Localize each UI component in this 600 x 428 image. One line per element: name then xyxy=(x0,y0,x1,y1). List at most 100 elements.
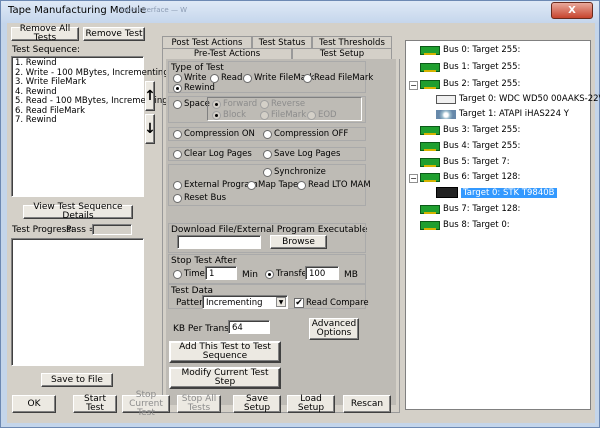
radio-transfer[interactable]: Transfer xyxy=(265,269,310,279)
card-icon xyxy=(420,125,440,135)
read-compare-check: ✔ xyxy=(294,298,304,308)
radio-read-filemark[interactable]: Read FileMark xyxy=(303,73,373,83)
radio-compression-on[interactable]: Compression ON xyxy=(173,129,255,139)
minutes-label: Min xyxy=(242,270,258,280)
test-sequence-list[interactable]: 1. Rewind 2. Write - 100 MBytes, Incremen… xyxy=(11,56,169,197)
test-progress-log[interactable] xyxy=(11,238,144,366)
radio-read[interactable]: Read xyxy=(210,73,242,83)
read-compare-checkbox[interactable]: ✔ Read Compare xyxy=(294,298,369,308)
ok-button[interactable]: OK xyxy=(12,395,56,413)
radio-rewind-dot xyxy=(173,83,182,93)
tree-node[interactable]: Bus 1: Target 255: xyxy=(420,62,520,72)
card-icon xyxy=(420,141,440,151)
radio-filemark-space-dot xyxy=(260,110,269,120)
modify-current-step-button[interactable]: Modify Current Test Step xyxy=(169,367,281,389)
start-test-button[interactable]: Start Test xyxy=(73,395,117,413)
tree-node-label: Bus 2: Target 255: xyxy=(443,79,521,89)
radio-read-filemark-label: Read FileMark xyxy=(314,73,374,83)
kb-per-transfer-input[interactable]: 64 xyxy=(228,320,270,334)
radio-reset-bus-label: Reset Bus xyxy=(184,193,227,203)
radio-space[interactable]: Space xyxy=(173,99,210,109)
radio-synchronize-dot xyxy=(263,167,272,177)
tree-node[interactable]: Bus 8: Target 0: xyxy=(420,220,510,230)
tape-drive-icon xyxy=(436,187,458,198)
rescan-button[interactable]: Rescan xyxy=(343,395,391,413)
download-path-input[interactable] xyxy=(177,235,261,249)
view-sequence-details-button[interactable]: View Test Sequence Details xyxy=(23,203,133,221)
tree-node[interactable]: Bus 6: Target 128: xyxy=(420,172,520,182)
radio-block[interactable]: Block xyxy=(212,110,246,120)
pattern-select[interactable]: Incrementing ▼ xyxy=(202,295,288,309)
radio-reset-bus-dot xyxy=(173,193,182,203)
tree-node-label: Bus 6: Target 128: xyxy=(443,172,521,182)
radio-read-filemark-dot xyxy=(303,73,312,83)
radio-rewind[interactable]: Rewind xyxy=(173,83,215,93)
radio-eod[interactable]: EOD xyxy=(307,110,337,120)
tree-node[interactable]: Target 1: ATAPI iHAS224 Y xyxy=(436,109,569,119)
tree-node[interactable]: Bus 5: Target 7: xyxy=(420,157,510,167)
radio-map-tape[interactable]: Map Tape xyxy=(247,180,298,190)
radio-forward[interactable]: Forward xyxy=(212,99,257,109)
device-tree[interactable]: Bus 0: Target 255: Bus 1: Target 255: Bus … xyxy=(405,40,600,410)
radio-space-dot xyxy=(173,99,182,109)
save-to-file-button[interactable]: Save to File xyxy=(41,373,113,387)
window-title-ghost: Tape Interface — W xyxy=(119,6,188,14)
radio-reverse-label: Reverse xyxy=(271,99,306,109)
time-input[interactable]: 1 xyxy=(205,266,237,280)
radio-map-tape-dot xyxy=(247,180,256,190)
close-button[interactable]: X xyxy=(551,2,593,19)
radio-map-tape-label: Map Tape xyxy=(258,180,299,190)
tree-node[interactable]: Bus 0: Target 255: xyxy=(420,45,520,55)
radio-compression-off-dot xyxy=(263,129,272,139)
card-icon xyxy=(420,220,440,230)
sequence-item[interactable]: 7. Rewind xyxy=(12,115,143,126)
radio-save-log-pages[interactable]: Save Log Pages xyxy=(263,149,340,159)
remove-test-button[interactable]: Remove Test xyxy=(83,27,145,41)
radio-clear-log-pages[interactable]: Clear Log Pages xyxy=(173,149,252,159)
radio-reverse[interactable]: Reverse xyxy=(260,99,305,109)
radio-time[interactable]: Time xyxy=(173,269,205,279)
radio-block-label: Block xyxy=(223,110,246,120)
tree-node[interactable]: Target 0: WDC WD50 00AAKS-22V1A0 xyxy=(436,94,600,104)
chevron-down-icon[interactable]: ▼ xyxy=(276,297,286,307)
tree-node[interactable]: Target 0: STK T9840B xyxy=(436,187,557,198)
move-down-button[interactable]: ↓ xyxy=(144,114,156,144)
tree-node-label: Bus 8: Target 0: xyxy=(443,220,510,230)
add-test-to-sequence-button[interactable]: Add This Test to Test Sequence xyxy=(169,341,281,363)
save-setup-button[interactable]: Save Setup xyxy=(233,395,281,413)
collapse-icon[interactable]: − xyxy=(409,81,418,90)
radio-write[interactable]: Write xyxy=(173,73,206,83)
window: Tape Manufacturing Module Tape Interface… xyxy=(0,0,600,428)
radio-read-label: Read xyxy=(221,73,243,83)
radio-reset-bus[interactable]: Reset Bus xyxy=(173,193,226,203)
tree-node[interactable]: Bus 7: Target 128: xyxy=(420,204,520,214)
card-icon xyxy=(420,204,440,214)
radio-clear-log-pages-dot xyxy=(173,149,182,159)
radio-compression-off[interactable]: Compression OFF xyxy=(263,129,348,139)
pattern-value: Incrementing xyxy=(206,298,263,308)
load-setup-button[interactable]: Load Setup xyxy=(287,395,335,413)
move-up-button[interactable]: ↑ xyxy=(144,81,156,111)
advanced-options-button[interactable]: Advanced Options xyxy=(309,318,359,340)
radio-eod-label: EOD xyxy=(318,110,337,120)
card-icon xyxy=(420,62,440,72)
radio-read-lto-mam[interactable]: Read LTO MAM xyxy=(297,180,371,190)
transfer-input[interactable]: 100 xyxy=(305,266,339,280)
tree-node[interactable]: Bus 3: Target 255: xyxy=(420,125,520,135)
stop-all-tests-button[interactable]: Stop All Tests xyxy=(177,395,221,413)
tree-node[interactable]: Bus 2: Target 255: xyxy=(420,79,520,89)
radio-time-label: Time xyxy=(184,269,205,279)
cd-drive-icon xyxy=(436,109,456,119)
collapse-icon[interactable]: − xyxy=(409,174,418,183)
radio-filemark-space[interactable]: FileMark xyxy=(260,110,306,120)
browse-button[interactable]: Browse xyxy=(270,235,327,249)
radio-synchronize[interactable]: Synchronize xyxy=(263,167,326,177)
tree-node-label: Target 0: STK T9840B xyxy=(461,187,557,198)
remove-all-tests-button[interactable]: Remove All Tests xyxy=(11,25,79,43)
stop-current-test-button[interactable]: Stop Current Test xyxy=(122,390,170,417)
radio-external-program-dot xyxy=(173,180,182,190)
radio-external-program[interactable]: External Program xyxy=(173,180,258,190)
tree-node[interactable]: Bus 4: Target 255: xyxy=(420,141,520,151)
radio-block-dot xyxy=(212,110,221,120)
tree-node-label: Bus 4: Target 255: xyxy=(443,141,521,151)
